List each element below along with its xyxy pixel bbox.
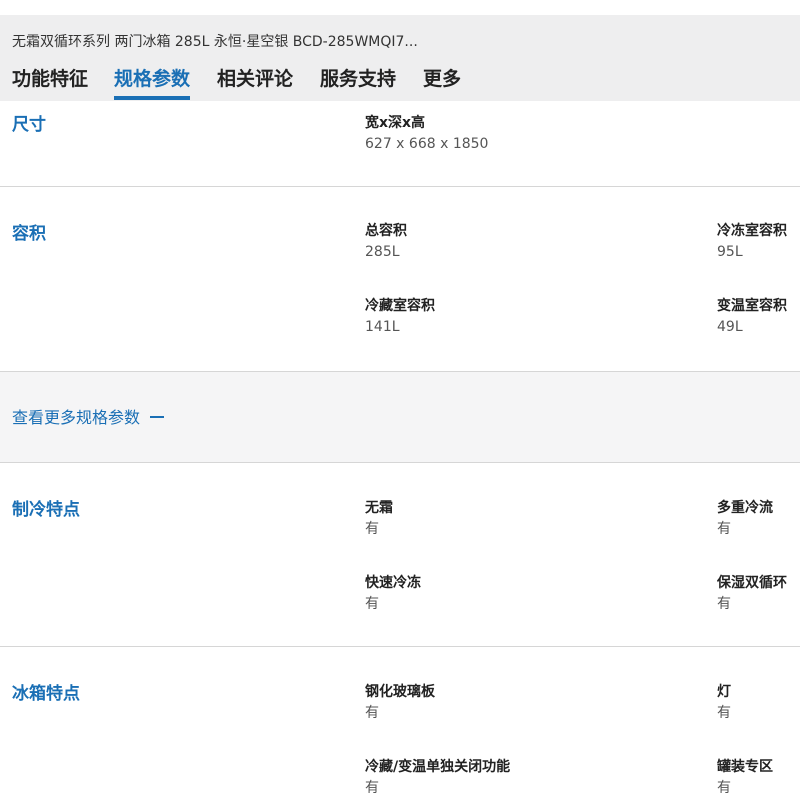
section-capacity: 容积 总容积 285L 冷冻室容积 95L 冷藏室容积 141L 变温室容积 4… [0, 187, 800, 372]
spec-independent-shutoff: 冷藏/变温单独关闭功能 有 [365, 757, 510, 798]
spec-multi-airflow: 多重冷流 有 [717, 498, 773, 539]
spec-total-capacity: 总容积 285L [365, 221, 407, 262]
spec-value: 627 x 668 x 1850 [365, 136, 489, 152]
tab-reviews[interactable]: 相关评论 [217, 62, 293, 96]
spec-label: 罐装专区 [717, 759, 773, 775]
section-cooling: 制冷特点 无霜 有 多重冷流 有 快速冷冻 有 保湿双循环 有 [0, 463, 800, 647]
spec-value: 有 [717, 780, 731, 796]
spec-can-zone: 罐装专区 有 [717, 757, 773, 798]
spec-label: 灯 [717, 684, 731, 700]
spec-label: 保湿双循环 [717, 575, 787, 591]
more-specs-link[interactable]: 查看更多规格参数 [12, 406, 165, 430]
tab-features[interactable]: 功能特征 [12, 62, 88, 96]
section-fridge-features: 冰箱特点 钢化玻璃板 有 灯 有 冷藏/变温单独关闭功能 有 罐装专区 有 [0, 647, 800, 800]
spec-value: 有 [365, 705, 379, 721]
section-title-capacity: 容积 [12, 224, 46, 244]
spec-label: 总容积 [365, 223, 407, 239]
spec-value: 有 [365, 521, 379, 537]
tab-more[interactable]: 更多 [423, 62, 461, 96]
spec-value: 141L [365, 319, 400, 335]
spec-tempered-glass: 钢化玻璃板 有 [365, 682, 435, 723]
top-bar [0, 0, 800, 15]
spec-label: 冷藏/变温单独关闭功能 [365, 759, 511, 775]
section-title-cooling: 制冷特点 [12, 500, 80, 520]
spec-value: 95L [717, 244, 743, 260]
spec-value: 49L [717, 319, 743, 335]
spec-label: 变温室容积 [717, 298, 787, 314]
spec-fridge-capacity: 冷藏室容积 141L [365, 296, 435, 337]
tab-specs[interactable]: 规格参数 [114, 62, 191, 100]
spec-label: 无霜 [365, 500, 393, 516]
spec-quick-freeze: 快速冷冻 有 [365, 573, 421, 614]
tab-bar: 功能特征 规格参数 相关评论 服务支持 更多 [0, 62, 800, 101]
spec-label: 快速冷冻 [365, 575, 421, 591]
spec-value: 有 [365, 596, 379, 612]
tab-service[interactable]: 服务支持 [320, 62, 396, 96]
spec-label: 冷冻室容积 [717, 223, 787, 239]
spec-value: 有 [717, 521, 731, 537]
section-title-fridge: 冰箱特点 [12, 684, 80, 704]
more-specs-label: 查看更多规格参数 [12, 408, 141, 427]
spec-freezer-capacity: 冷冻室容积 95L [717, 221, 787, 262]
spec-label: 多重冷流 [717, 500, 773, 516]
section-size: 尺寸 宽x深x高 627 x 668 x 1850 [0, 101, 800, 187]
spec-light: 灯 有 [717, 682, 731, 723]
spec-label: 冷藏室容积 [365, 298, 435, 314]
spec-label: 钢化玻璃板 [365, 684, 435, 700]
spec-label: 宽x深x高 [365, 115, 426, 131]
product-title: 无霜双循环系列 两门冰箱 285L 永恒·星空银 BCD-285WMQI7... [12, 34, 418, 50]
spec-value: 有 [717, 705, 731, 721]
spec-value: 285L [365, 244, 400, 260]
section-title-size: 尺寸 [12, 115, 46, 135]
spec-dimensions: 宽x深x高 627 x 668 x 1850 [365, 113, 488, 154]
spec-value: 有 [365, 780, 379, 796]
spec-value: 有 [717, 596, 731, 612]
spec-dual-circulation: 保湿双循环 有 [717, 573, 787, 614]
spec-variable-capacity: 变温室容积 49L [717, 296, 787, 337]
minus-icon [150, 415, 165, 418]
spec-frost-free: 无霜 有 [365, 498, 393, 539]
